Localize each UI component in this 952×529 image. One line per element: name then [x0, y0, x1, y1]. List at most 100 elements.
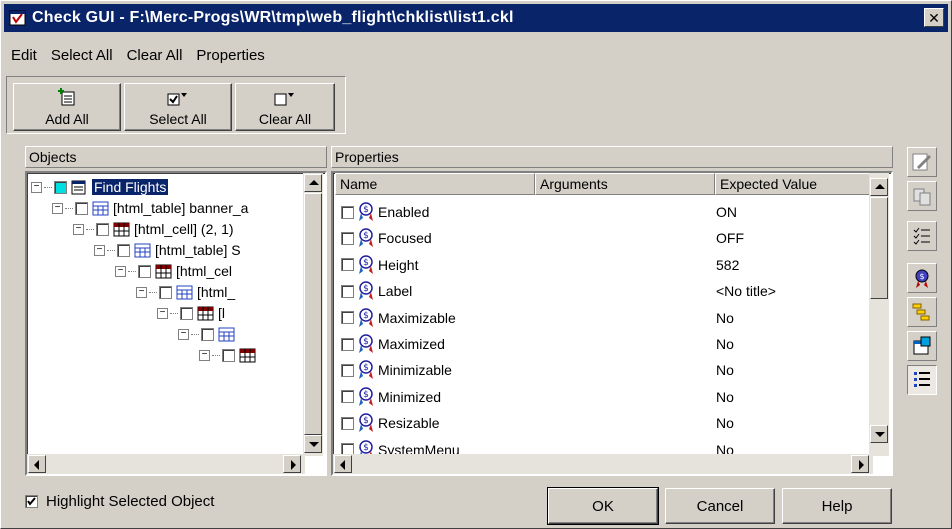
svg-text:$: $: [363, 284, 369, 294]
checkbox[interactable]: [201, 327, 214, 341]
scroll-down-button[interactable]: [870, 425, 888, 443]
compare-button[interactable]: [907, 181, 937, 211]
tree-node[interactable]: − [l: [157, 303, 225, 323]
property-row[interactable]: $ Maximized No: [333, 331, 861, 357]
highlight-selected-label: Highlight Selected Object: [46, 493, 215, 510]
checkbox[interactable]: [341, 390, 354, 404]
property-name: Maximizable: [378, 309, 456, 326]
list-view-button[interactable]: [907, 365, 937, 395]
collapse-icon[interactable]: −: [31, 181, 42, 193]
column-arguments[interactable]: Arguments: [535, 173, 715, 195]
hierarchy-button[interactable]: [907, 297, 937, 327]
menu-properties[interactable]: Properties: [196, 47, 264, 69]
tree-node[interactable]: − [html_: [136, 282, 235, 302]
window-properties-button[interactable]: [907, 331, 937, 361]
scroll-right-button[interactable]: [851, 455, 869, 473]
checkbox[interactable]: [180, 306, 193, 320]
menu-edit[interactable]: Edit: [11, 47, 37, 69]
select-all-button[interactable]: Select All: [124, 83, 232, 131]
collapse-icon[interactable]: −: [73, 223, 84, 235]
app-icon: [9, 10, 26, 26]
tree-node[interactable]: − Find Flights: [31, 177, 170, 197]
checkbox[interactable]: [117, 243, 130, 257]
checkbox[interactable]: [75, 201, 88, 215]
cancel-button[interactable]: Cancel: [665, 488, 775, 524]
checkbox[interactable]: [96, 222, 109, 236]
checkbox[interactable]: [159, 285, 172, 299]
add-all-button[interactable]: Add All: [13, 83, 121, 131]
tree-node[interactable]: − [html_table] S: [94, 240, 241, 260]
column-expected-value[interactable]: Expected Value: [715, 173, 871, 195]
ok-button[interactable]: OK: [547, 487, 659, 525]
properties-list[interactable]: Name Arguments Expected Value $ Enabled ON…: [331, 171, 893, 476]
collapse-icon[interactable]: −: [157, 307, 168, 319]
help-button[interactable]: Help: [782, 488, 892, 524]
scroll-up-button[interactable]: [870, 178, 888, 196]
collapse-icon[interactable]: −: [199, 349, 210, 361]
highlight-selected-checkbox[interactable]: Highlight Selected Object: [25, 493, 214, 510]
collapse-icon[interactable]: −: [178, 328, 189, 340]
checkbox[interactable]: [341, 205, 354, 219]
checkbox[interactable]: [138, 264, 151, 278]
checkbox[interactable]: [54, 180, 67, 194]
checkbox[interactable]: [341, 311, 354, 325]
tree-node-label: [html_table] banner_a: [113, 200, 249, 216]
scroll-up-button[interactable]: [304, 174, 322, 192]
cell-icon: [193, 306, 218, 321]
checklist-button[interactable]: [907, 221, 937, 251]
property-row[interactable]: $ Height 582: [333, 252, 861, 278]
scroll-left-button[interactable]: [334, 455, 352, 473]
property-button[interactable]: $: [907, 263, 937, 293]
window-properties-icon: [913, 336, 931, 355]
collapse-icon[interactable]: −: [52, 202, 63, 214]
checkbox[interactable]: [341, 284, 354, 298]
collapse-icon[interactable]: −: [136, 286, 147, 298]
collapse-icon[interactable]: −: [115, 265, 126, 277]
objects-vscrollbar[interactable]: [303, 173, 323, 456]
properties-vscrollbar[interactable]: [869, 173, 889, 456]
edit-expected-button[interactable]: [907, 147, 937, 177]
tree-connector: [149, 291, 157, 293]
checkbox[interactable]: [341, 416, 354, 430]
close-button[interactable]: ✕: [924, 8, 944, 27]
checkbox[interactable]: [222, 348, 235, 362]
scroll-thumb[interactable]: [304, 193, 322, 435]
property-row[interactable]: $ Minimized No: [333, 384, 861, 410]
property-name: Label: [378, 283, 413, 300]
tree-node-label: Find Flights: [90, 178, 170, 196]
column-name[interactable]: Name: [335, 173, 535, 195]
property-row[interactable]: $ Enabled ON: [333, 199, 861, 225]
scroll-thumb[interactable]: [870, 197, 888, 299]
expected-value: No: [716, 415, 734, 432]
add-all-icon: [58, 88, 75, 106]
tree-node[interactable]: − [html_cell] (2, 1): [73, 219, 234, 239]
checkbox[interactable]: [341, 337, 354, 351]
properties-hscrollbar[interactable]: [333, 454, 873, 474]
scroll-down-button[interactable]: [304, 435, 322, 453]
tree-node[interactable]: −: [199, 345, 260, 365]
tree-node[interactable]: − [html_table] banner_a: [52, 198, 248, 218]
objects-tree[interactable]: − Find Flights − [html_table] banner_a − [htm…: [25, 171, 327, 476]
property-row[interactable]: $ Resizable No: [333, 410, 861, 436]
tree-node[interactable]: − [html_cel: [115, 261, 232, 281]
checkbox[interactable]: [341, 231, 354, 245]
property-row[interactable]: $ SystemMenu No: [333, 437, 861, 455]
title-bar[interactable]: Check GUI - F:\Merc-Progs\WR\tmp\web_fli…: [4, 4, 948, 32]
tree-node[interactable]: −: [178, 324, 239, 344]
menu-select-all[interactable]: Select All: [51, 47, 113, 69]
objects-hscrollbar[interactable]: [27, 454, 305, 474]
property-row[interactable]: $ Label <No title>: [333, 278, 861, 304]
property-row[interactable]: $ Focused OFF: [333, 225, 861, 251]
scroll-right-button[interactable]: [283, 455, 301, 473]
table-icon: [130, 243, 155, 258]
checkbox[interactable]: [341, 363, 354, 377]
checkbox[interactable]: [341, 258, 354, 272]
property-row[interactable]: $ Minimizable No: [333, 357, 861, 383]
clear-all-button[interactable]: Clear All: [235, 83, 335, 131]
scroll-left-button[interactable]: [28, 455, 46, 473]
property-row[interactable]: $ Maximizable No: [333, 305, 861, 331]
checkbox[interactable]: [25, 495, 38, 508]
collapse-icon[interactable]: −: [94, 244, 105, 256]
menu-clear-all[interactable]: Clear All: [127, 47, 183, 69]
cell-icon: [151, 264, 176, 279]
